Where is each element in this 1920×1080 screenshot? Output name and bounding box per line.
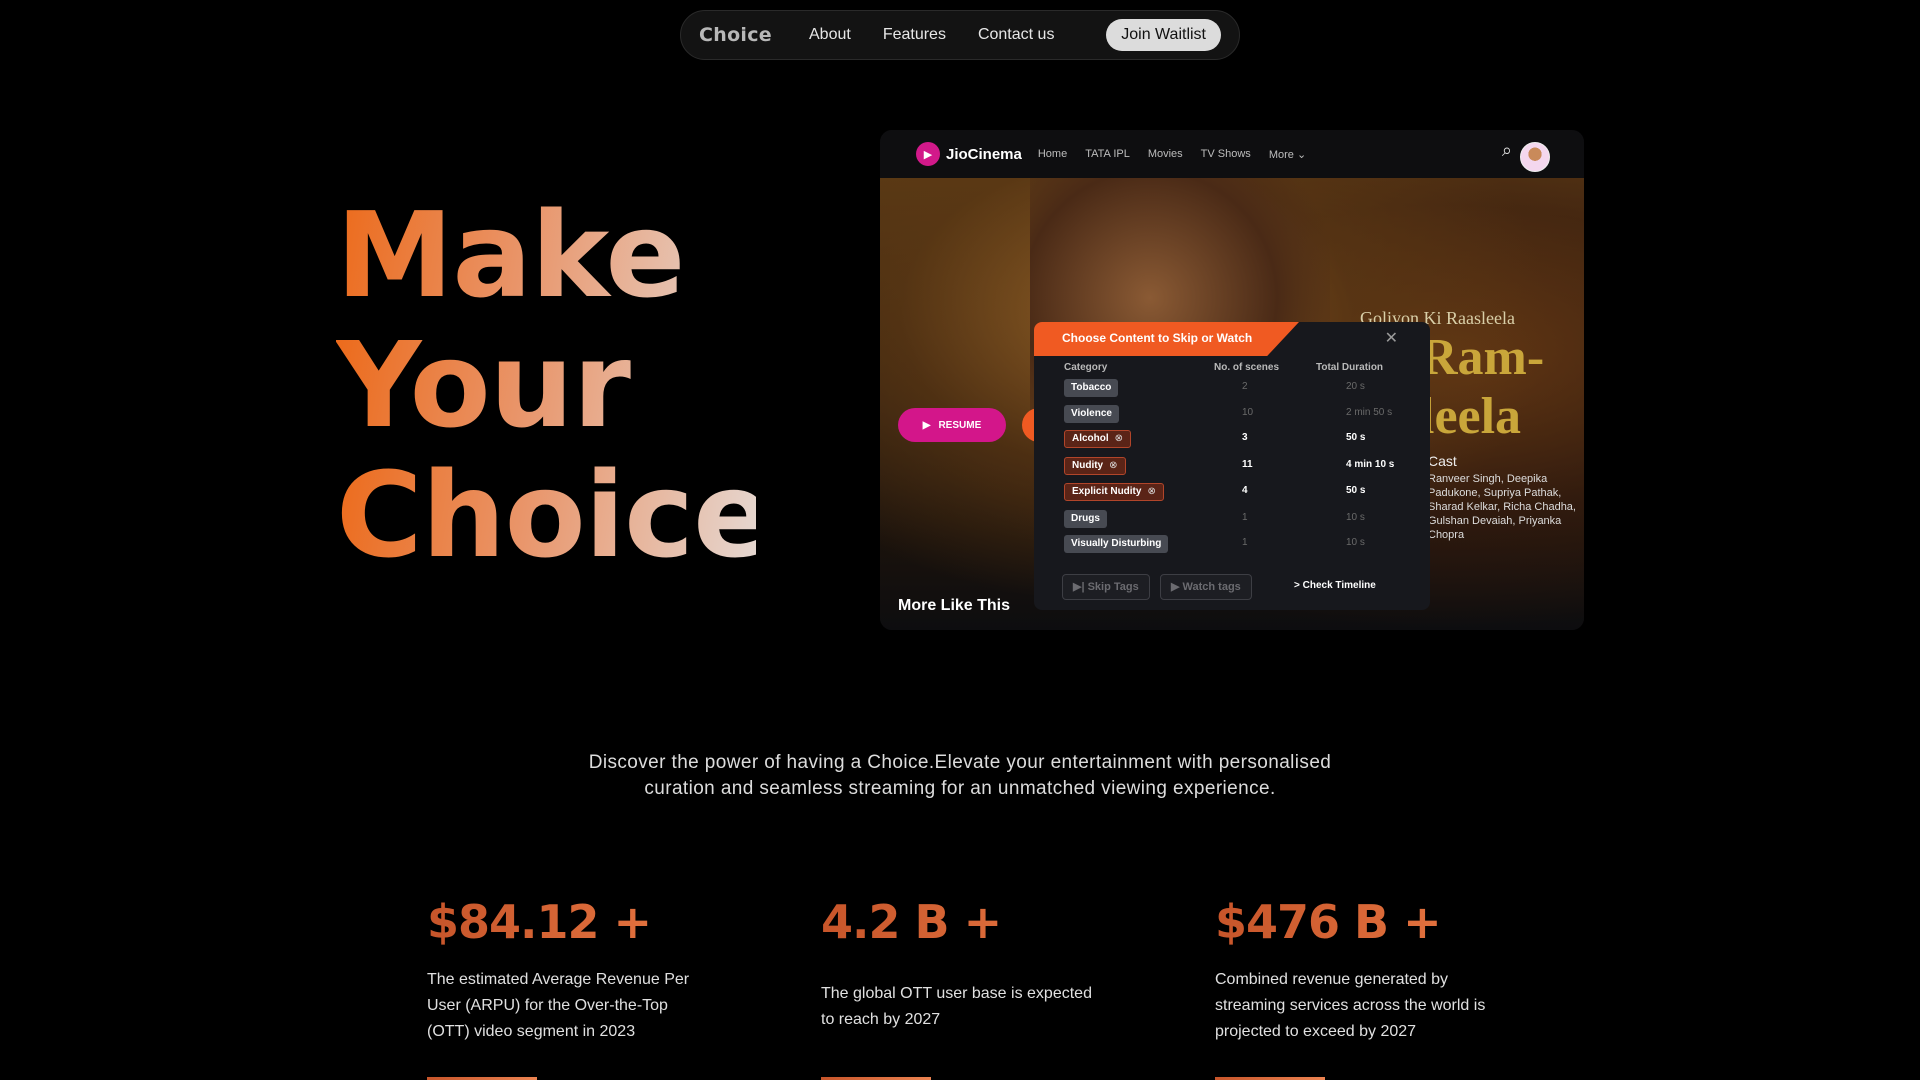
search-icon[interactable]: ⌕ — [1502, 140, 1512, 161]
tag-tobacco[interactable]: Tobacco — [1064, 379, 1119, 397]
hero-headline: Make Your Choice — [336, 190, 773, 584]
check-timeline-link[interactable]: > Check Timeline — [1294, 580, 1376, 591]
table-row: Violence 10 2 min 50 s — [1064, 405, 1404, 427]
duration: 10 s — [1346, 512, 1365, 523]
jio-nav-home[interactable]: Home — [1038, 148, 1067, 160]
skip-tags-button[interactable]: ▶| Skip Tags — [1062, 574, 1150, 600]
table-row: Explicit Nudity ⊗ 4 50 s — [1064, 483, 1404, 505]
scenes-count: 11 — [1242, 459, 1253, 470]
scenes-count: 4 — [1242, 485, 1248, 496]
stat-value: $476 B + — [1215, 895, 1515, 949]
scenes-count: 1 — [1242, 512, 1248, 523]
jio-nav-movies[interactable]: Movies — [1148, 148, 1183, 160]
cast-label: Cast — [1428, 453, 1457, 469]
duration: 4 min 10 s — [1346, 459, 1395, 470]
hero-line-1: Make — [336, 190, 756, 320]
tag-label: Explicit Nudity — [1072, 486, 1142, 497]
nav-link-features[interactable]: Features — [883, 26, 946, 44]
chevron-down-icon: ⌄ — [1296, 148, 1307, 161]
table-row: Alcohol ⊗ 3 50 s — [1064, 430, 1404, 452]
avatar[interactable] — [1520, 142, 1550, 172]
tag-alcohol[interactable]: Alcohol ⊗ — [1064, 430, 1132, 448]
table-row: Nudity ⊗ 11 4 min 10 s — [1064, 457, 1404, 479]
resume-button[interactable]: ▶ RESUME — [898, 408, 1006, 442]
table-row: Visually Disturbing 1 10 s — [1064, 535, 1404, 557]
duration: 10 s — [1346, 537, 1365, 548]
jio-nav-ipl[interactable]: TATA IPL — [1085, 148, 1130, 160]
more-like-this-heading: More Like This — [898, 597, 1011, 614]
top-nav: Choice About Features Contact us Join Wa… — [680, 10, 1240, 60]
tag-nudity[interactable]: Nudity ⊗ — [1064, 457, 1126, 475]
jio-nav-more-label: More — [1268, 148, 1294, 161]
remove-icon[interactable]: ⊗ — [1109, 460, 1117, 471]
table-row: Drugs 1 10 s — [1064, 510, 1404, 532]
cast-list: Ranveer Singh, Deepika Padukone, Supriya… — [1428, 473, 1576, 541]
skip-watch-dialog: Choose Content to Skip or Watch ✕ Catego… — [1034, 322, 1430, 610]
tagline-line-2: curation and seamless streaming for an u… — [644, 778, 1276, 799]
scenes-count: 2 — [1242, 381, 1248, 392]
scenes-count: 3 — [1242, 432, 1248, 443]
duration: 20 s — [1346, 381, 1365, 392]
col-scenes: No. of scenes — [1214, 362, 1280, 373]
tag-visually-disturbing[interactable]: Visually Disturbing — [1064, 535, 1169, 553]
col-category: Category — [1064, 362, 1108, 373]
jio-logo-icon: ▶ — [916, 142, 940, 166]
scenes-count: 10 — [1242, 407, 1254, 418]
jio-header: ▶ JioCinema Home TATA IPL Movies TV Show… — [880, 130, 1584, 178]
remove-icon[interactable]: ⊗ — [1115, 433, 1123, 444]
duration: 2 min 50 s — [1346, 407, 1393, 418]
duration: 50 s — [1346, 485, 1366, 496]
stat-value: $84.12 + — [427, 895, 727, 949]
nav-link-contact[interactable]: Contact us — [978, 26, 1054, 44]
tag-violence[interactable]: Violence — [1064, 405, 1119, 423]
tag-label: Nudity — [1072, 460, 1104, 471]
tagline-line-1: Discover the power of having a Choice.El… — [588, 752, 1332, 773]
tag-explicit-nudity[interactable]: Explicit Nudity ⊗ — [1064, 483, 1164, 501]
choice-logo[interactable]: Choice — [699, 24, 785, 46]
movie-title: Ram-leela — [1420, 329, 1545, 445]
stat-users: 4.2 B + The global OTT user base is expe… — [821, 895, 1121, 1080]
dialog-title: Choose Content to Skip or Watch — [1034, 322, 1299, 356]
stat-revenue: $476 B + Combined revenue generated by s… — [1215, 895, 1515, 1080]
jio-nav-tvshows[interactable]: TV Shows — [1201, 148, 1251, 160]
scenes-count: 1 — [1242, 537, 1248, 548]
remove-icon[interactable]: ⊗ — [1147, 486, 1155, 497]
stat-description: The estimated Average Revenue Per User (… — [427, 971, 690, 1040]
table-row: Tobacco 2 20 s — [1064, 379, 1404, 401]
watch-tags-button[interactable]: ▶ Watch tags — [1160, 574, 1252, 600]
join-waitlist-button[interactable]: Join Waitlist — [1106, 19, 1221, 51]
stat-arpu: $84.12 + The estimated Average Revenue P… — [427, 895, 727, 1080]
jio-nav-more[interactable]: More ⌄ — [1269, 148, 1306, 161]
tag-drugs[interactable]: Drugs — [1064, 510, 1107, 528]
duration: 50 s — [1346, 432, 1366, 443]
hero-line-3: Choice — [336, 446, 773, 584]
nav-link-about[interactable]: About — [809, 26, 851, 44]
resume-label: RESUME — [938, 419, 982, 431]
stat-description: The global OTT user base is expected to … — [821, 985, 1092, 1028]
close-icon[interactable]: ✕ — [1385, 328, 1398, 348]
play-icon: ▶ — [922, 419, 931, 431]
stat-value: 4.2 B + — [821, 895, 1121, 949]
col-duration: Total Duration — [1316, 362, 1384, 373]
nav-links: About Features Contact us — [809, 26, 1086, 44]
tag-label: Alcohol — [1072, 433, 1109, 444]
hero-line-2: Your — [336, 320, 756, 450]
stat-description: Combined revenue generated by streaming … — [1215, 971, 1486, 1040]
tagline: Discover the power of having a Choice.El… — [0, 750, 1920, 802]
jio-brand: JioCinema — [946, 145, 1022, 163]
